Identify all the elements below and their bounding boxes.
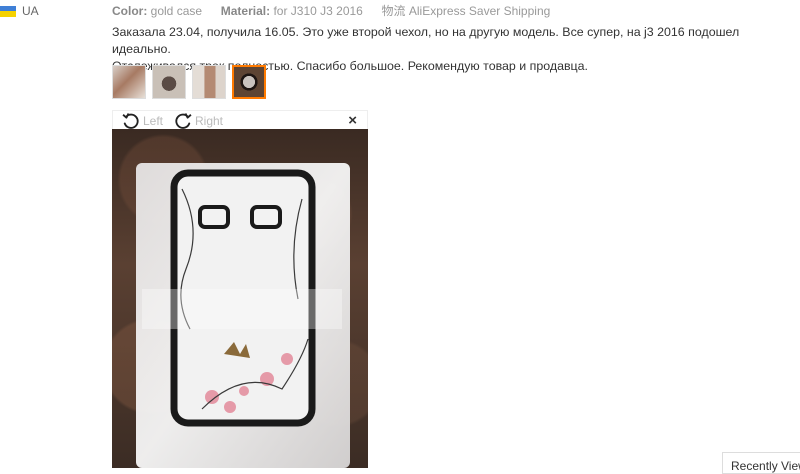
ukraine-flag-icon — [0, 5, 16, 17]
thumbnail-image — [234, 67, 264, 97]
recently-viewed-tab[interactable]: Recently Viewed — [722, 452, 800, 474]
material-value: for J310 J3 2016 — [273, 4, 363, 18]
thumbnail-image — [113, 66, 145, 98]
color-value: gold case — [150, 4, 203, 18]
material-label: Material: — [220, 4, 271, 18]
image-viewer-toolbar: Left Right × — [112, 110, 368, 129]
phone-case-photo — [136, 163, 350, 468]
buyer-country: UA — [0, 4, 39, 18]
thumbnail-image — [153, 66, 185, 98]
order-meta: Color: gold case Material: for J310 J3 2… — [112, 2, 550, 19]
review-thumbnail-1[interactable] — [112, 65, 146, 99]
close-icon[interactable]: × — [348, 112, 357, 129]
review-thumbnail-4[interactable] — [232, 65, 266, 99]
review-thumbnail-3[interactable] — [192, 65, 226, 99]
review-photo-large — [112, 129, 368, 468]
thumbnail-image — [193, 66, 225, 98]
rotate-right-button[interactable]: Right — [173, 111, 223, 131]
shipping-label: 物流 — [381, 4, 406, 18]
rotate-right-icon — [175, 113, 192, 129]
review-photo-thumbnails — [112, 65, 266, 99]
review-line-1: Заказала 23.04, получила 16.05. Это уже … — [112, 25, 740, 56]
rotate-left-icon — [122, 113, 139, 129]
rotate-left-label: Left — [143, 114, 164, 128]
color-label: Color: — [112, 4, 148, 18]
shipping-value: AliExpress Saver Shipping — [408, 4, 551, 18]
rotate-right-label: Right — [195, 114, 224, 128]
country-code: UA — [22, 4, 39, 18]
review-thumbnail-2[interactable] — [152, 65, 186, 99]
rotate-left-button[interactable]: Left — [121, 111, 163, 131]
